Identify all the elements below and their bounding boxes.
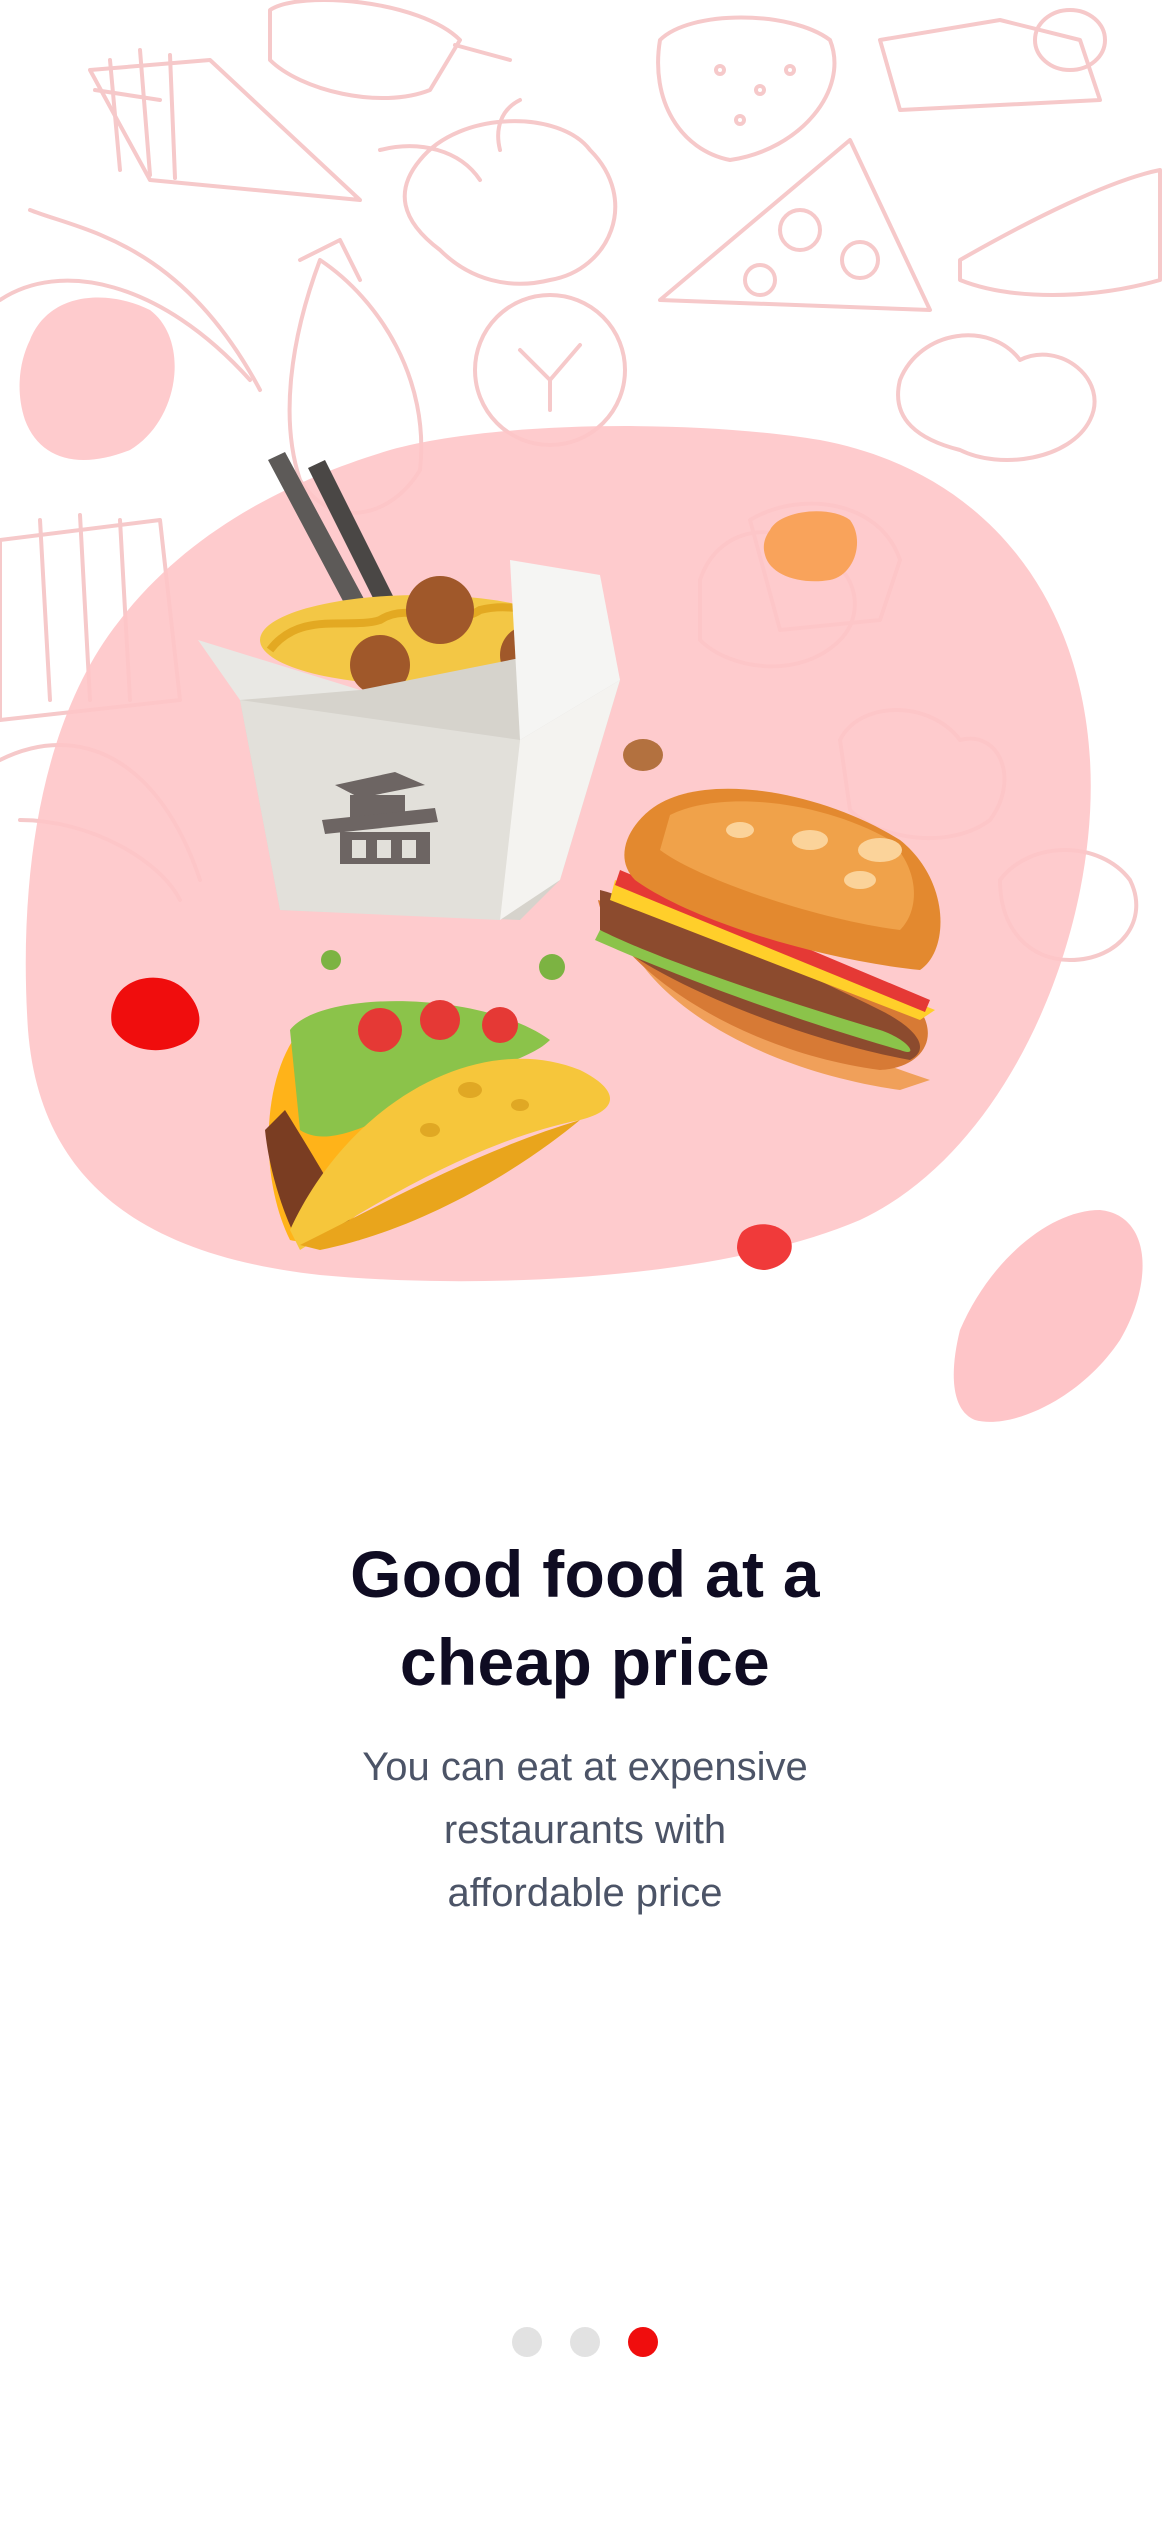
onboarding-title: Good food at a cheap price [350, 1537, 820, 1699]
pink-blob-small-bottom-right [953, 1210, 1143, 1422]
orange-blob [763, 511, 858, 582]
red-blob-right [737, 1224, 792, 1270]
subtitle-line: You can eat at expensive [362, 1745, 808, 1789]
subtitle-line: restaurants with [443, 1808, 727, 1852]
page-indicator [0, 2326, 1170, 2358]
page-dot-1[interactable] [512, 2327, 542, 2357]
crumb-green-1 [321, 950, 341, 970]
crumb-green-2 [539, 954, 565, 980]
food-illustration [0, 0, 1162, 1422]
crumb [623, 739, 663, 771]
onboarding-copy: Good food at a cheap price You can eat a… [0, 1530, 1170, 1925]
hero-illustration [0, 0, 1170, 1460]
page-dot-3[interactable] [628, 2327, 658, 2357]
subtitle-line: affordable price [447, 1871, 723, 1915]
page-dot-2[interactable] [570, 2327, 600, 2357]
onboarding-subtitle: You can eat at expensive restaurants wit… [325, 1736, 845, 1925]
pink-blob-small-top-left [19, 297, 175, 460]
